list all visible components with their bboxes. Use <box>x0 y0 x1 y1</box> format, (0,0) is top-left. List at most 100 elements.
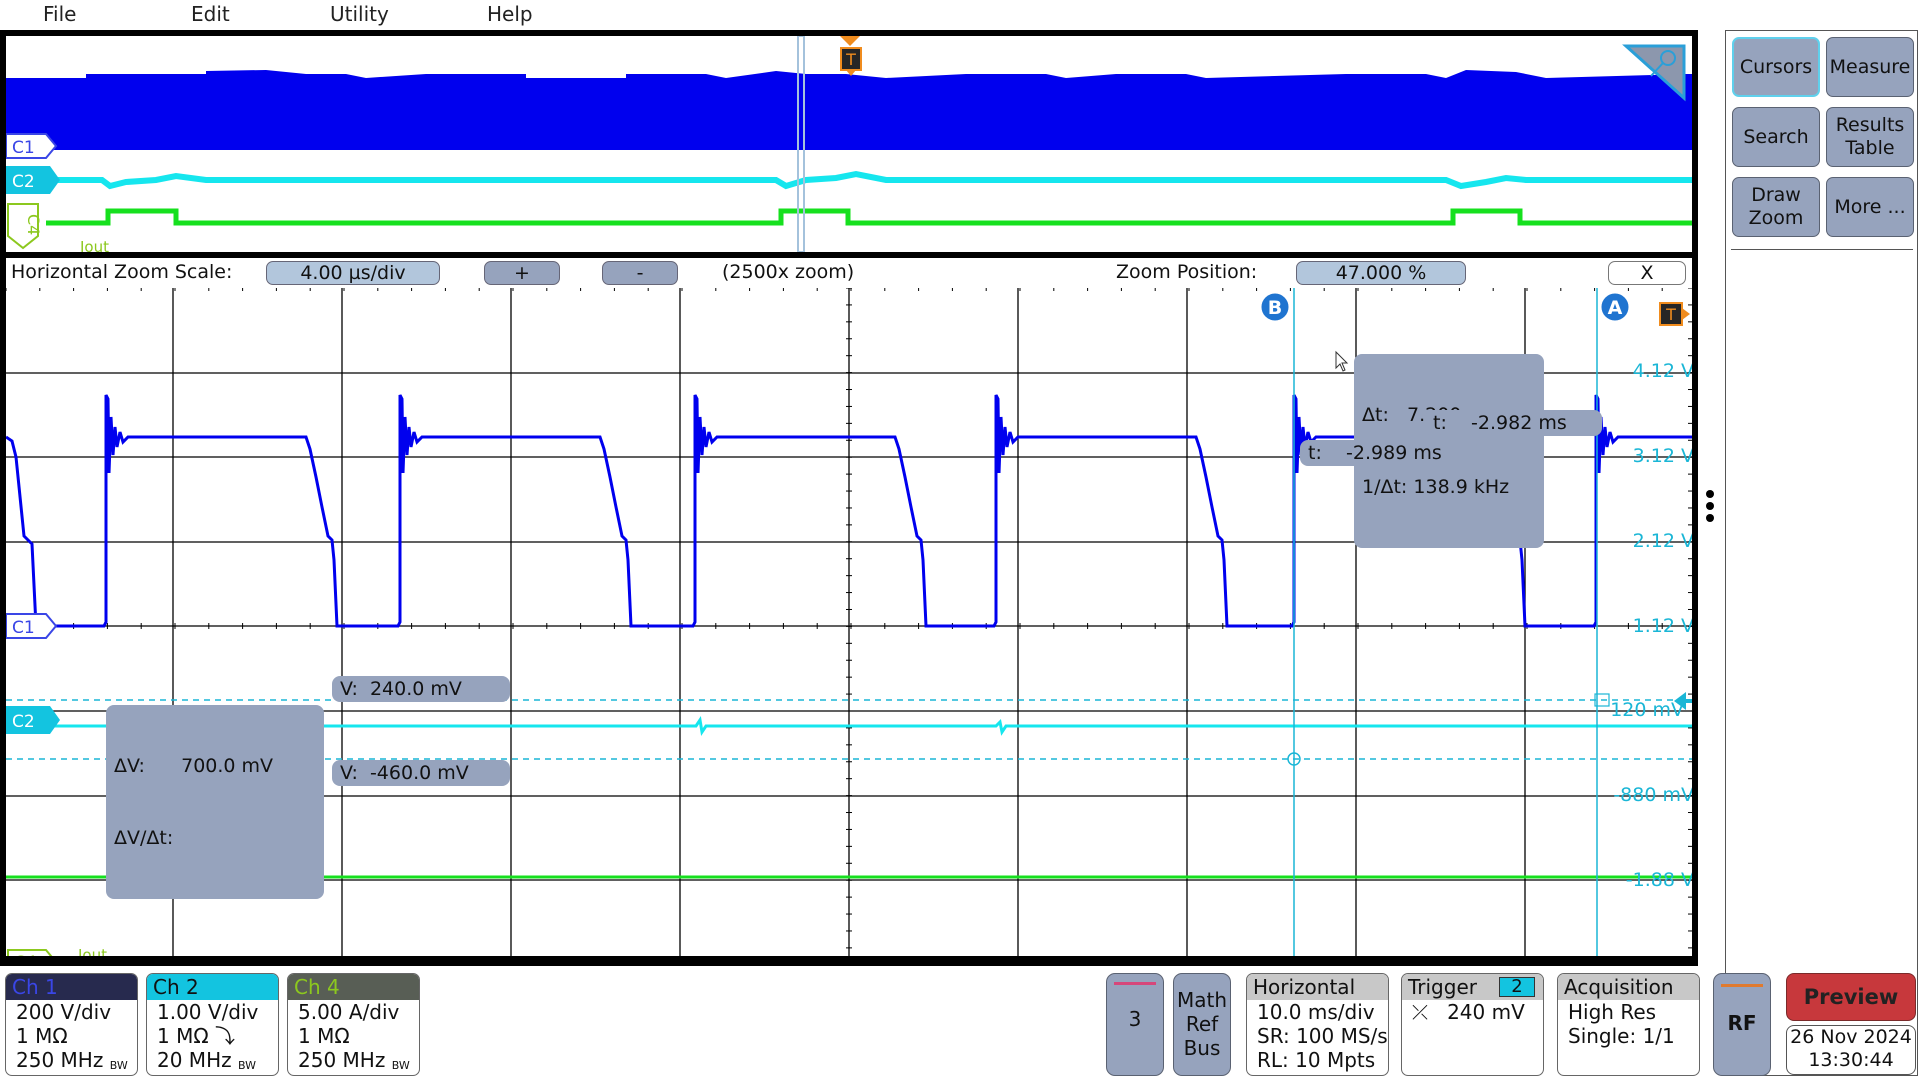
svg-text:B: B <box>1268 297 1282 319</box>
acquisition-status: Single: 1/1 <box>1568 1024 1675 1048</box>
ch1-badge-title: Ch 1 <box>6 974 137 1000</box>
ch2-ground-label[interactable]: C2 <box>6 706 60 734</box>
zoom-in-button[interactable]: + <box>484 261 560 285</box>
cursor-b-time-readout[interactable]: t: -2.989 ms <box>1300 440 1477 466</box>
ch2-impedance: 1 MΩ ⤵ <box>157 1024 235 1048</box>
rf-label: RF <box>1727 1011 1757 1035</box>
ch2-badge[interactable]: Ch 2 1.00 V/div 1 MΩ ⤵ 20 MHz BW <box>146 973 279 1076</box>
horizontal-title: Horizontal <box>1247 974 1388 1000</box>
ch1-bandwidth: 250 MHz <box>16 1048 104 1072</box>
rf-button[interactable]: RF <box>1713 973 1771 1076</box>
t-a-value: -2.982 ms <box>1471 412 1567 434</box>
ch4-bandwidth: 250 MHz <box>298 1048 386 1072</box>
delta-v-label: ΔV: <box>114 755 145 777</box>
menu-edit[interactable]: Edit <box>191 2 230 26</box>
date-time-display: 26 Nov 2024 13:30:44 <box>1786 1025 1916 1075</box>
menu-help[interactable]: Help <box>487 2 533 26</box>
trigger-source-badge: 2 <box>1498 977 1535 997</box>
zoom-scale-label: Horizontal Zoom Scale: <box>11 261 233 283</box>
ch3-color-bar <box>1114 982 1156 985</box>
ch1-ground-label[interactable]: C1 <box>6 613 58 639</box>
bus-label: Bus <box>1183 1036 1221 1060</box>
menu-utility[interactable]: Utility <box>330 2 389 26</box>
ch4-badge[interactable]: Ch 4 5.00 A/div 1 MΩ 250 MHz BW <box>287 973 420 1076</box>
results-table-button[interactable]: Results Table <box>1826 107 1914 167</box>
ch2-scale: 1.00 V/div <box>157 1000 259 1024</box>
time-label: 13:30:44 <box>1808 1049 1894 1071</box>
horizontal-sample-rate: SR: 100 MS/s <box>1257 1024 1388 1048</box>
overview-trigger-marker: T <box>840 36 862 76</box>
v-lower-readout[interactable]: V: -460.0 mV <box>332 760 510 786</box>
more-options-icon[interactable] <box>1703 490 1717 530</box>
delta-v-line: ΔV: 700.0 mV <box>114 754 316 778</box>
acquisition-badge[interactable]: Acquisition High Res Single: 1/1 <box>1557 973 1700 1076</box>
bandwidth-limit-icon: BW <box>391 1059 410 1072</box>
zoom-waveform-view[interactable]: B A T C1 C2 C4 Iout <box>0 288 1698 966</box>
horizontal-record-length: RL: 10 Mpts <box>1257 1048 1376 1072</box>
svg-text:C2: C2 <box>12 712 35 732</box>
ch1-badge[interactable]: Ch 1 200 V/div 1 MΩ 250 MHz BW <box>5 973 138 1076</box>
trigger-position-marker: T <box>1659 302 1690 326</box>
overview-ch4-label[interactable]: C4 <box>7 203 43 250</box>
measure-button[interactable]: Measure <box>1826 37 1914 97</box>
svg-text:C2: C2 <box>12 172 35 192</box>
menu-file[interactable]: File <box>43 2 76 26</box>
trigger-title: Trigger <box>1408 975 1477 999</box>
math-label: Math <box>1176 988 1228 1012</box>
y-label-120mv: 120 mV <box>1610 699 1684 721</box>
inv-delta-t-value: 138.9 kHz <box>1413 476 1510 498</box>
y-label-4-12v: 4.12 V <box>1632 360 1694 382</box>
inv-delta-t-line: 1/Δt: 138.9 kHz <box>1362 475 1536 499</box>
svg-text:C1: C1 <box>12 138 35 158</box>
cursor-b-handle[interactable]: B <box>1260 292 1290 322</box>
acquisition-title: Acquisition <box>1558 974 1699 1000</box>
overview-ch1-envelope <box>6 70 1692 150</box>
svg-text:C4: C4 <box>14 953 37 956</box>
math-ref-bus-button[interactable]: Math Ref Bus <box>1173 973 1231 1076</box>
overview-svg: T C1 C2 C4 Iout <box>6 36 1692 252</box>
svg-text:T: T <box>845 50 856 69</box>
horizontal-scale: 10.0 ms/div <box>1257 1000 1375 1024</box>
zoom-position-label: Zoom Position: <box>1116 261 1258 283</box>
svg-text:T: T <box>1665 305 1676 324</box>
add-channel-3-button[interactable]: 3 <box>1106 973 1164 1076</box>
side-panel-divider <box>1731 249 1913 250</box>
zoom-position-field[interactable]: 47.000 % <box>1296 261 1466 285</box>
menu-bar: File Edit Utility Help <box>0 0 1920 30</box>
date-label: 26 Nov 2024 <box>1790 1026 1912 1048</box>
delta-v-readout[interactable]: ΔV: 700.0 mV ΔV/Δt: <box>106 705 324 899</box>
zoom-scale-field[interactable]: 4.00 µs/div <box>266 261 440 285</box>
more-button[interactable]: More ... <box>1826 177 1914 237</box>
horizontal-badge[interactable]: Horizontal 10.0 ms/div SR: 100 MS/s RL: … <box>1246 973 1389 1076</box>
delta-v-value: 700.0 mV <box>181 755 274 777</box>
overview-ch2-label[interactable]: C2 <box>6 166 60 194</box>
overview-iout-label: Iout <box>80 238 109 252</box>
search-button[interactable]: Search <box>1732 107 1820 167</box>
mouse-cursor-icon <box>1335 350 1349 372</box>
y-label-2-12v: 2.12 V <box>1632 530 1694 552</box>
ch2-bandwidth: 20 MHz <box>157 1048 232 1072</box>
cursor-a-handle[interactable]: A <box>1600 292 1630 322</box>
y-label-3-12v: 3.12 V <box>1632 445 1694 467</box>
overview-waveform[interactable]: T C1 C2 C4 Iout <box>0 30 1698 258</box>
zoom-out-button[interactable]: - <box>602 261 678 285</box>
trigger-slope-icon: ⤫ <box>1412 1000 1428 1024</box>
overview-ch2-trace <box>56 170 1692 190</box>
t-b-value: -2.989 ms <box>1346 442 1442 464</box>
trigger-badge[interactable]: Trigger 2 ⤫ 240 mV <box>1401 973 1544 1076</box>
svg-text:A: A <box>1608 297 1623 319</box>
preview-button[interactable]: Preview <box>1786 973 1916 1021</box>
v-upper-readout[interactable]: V: 240.0 mV <box>332 676 510 702</box>
ch4-ground-label[interactable]: C4 <box>7 949 56 956</box>
draw-zoom-button[interactable]: Draw Zoom <box>1732 177 1820 237</box>
cursors-button[interactable]: Cursors <box>1732 37 1820 97</box>
v-lower-value: -460.0 mV <box>369 762 469 784</box>
close-zoom-button[interactable]: X <box>1608 261 1686 285</box>
cursor-a-time-readout[interactable]: t: -2.982 ms <box>1425 410 1602 436</box>
ch1-impedance: 1 MΩ <box>16 1024 68 1048</box>
ch4-badge-title: Ch 4 <box>288 974 419 1000</box>
trigger-level: 240 mV <box>1447 1000 1525 1024</box>
overview-ch1-label[interactable]: C1 <box>6 133 58 159</box>
rf-color-bar <box>1721 984 1763 987</box>
delta-t-label: Δt: <box>1362 404 1389 426</box>
